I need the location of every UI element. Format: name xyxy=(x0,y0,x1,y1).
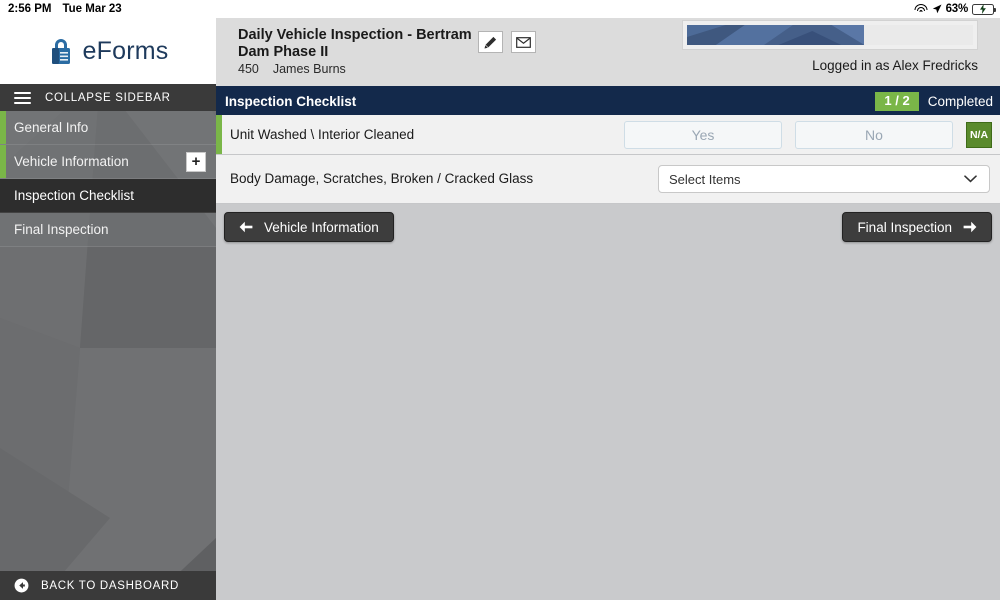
status-bar-right: 63% xyxy=(914,0,996,18)
section-title: Inspection Checklist xyxy=(225,94,357,109)
sidebar-item-label: Inspection Checklist xyxy=(14,188,135,203)
checklist-row-unit-washed: Unit Washed \ Interior Cleaned Yes No N/… xyxy=(216,115,1000,155)
completed-label: Completed xyxy=(927,94,993,109)
row-label: Body Damage, Scratches, Broken / Cracked… xyxy=(230,171,534,186)
wifi-icon xyxy=(914,3,928,15)
sidebar-nav: General Info Vehicle Information + Inspe… xyxy=(0,111,216,247)
page-subtitle: 450 James Burns xyxy=(238,62,360,76)
battery-percent: 63% xyxy=(945,3,969,15)
progress-track xyxy=(687,25,973,45)
sidebar-item-general-info[interactable]: General Info xyxy=(0,111,216,145)
form-navigation: Vehicle Information Final Inspection xyxy=(216,204,1000,248)
pencil-icon xyxy=(484,36,497,48)
form-number: 450 xyxy=(238,62,259,76)
collapse-sidebar-label: COLLAPSE SIDEBAR xyxy=(45,91,171,104)
na-badge[interactable]: N/A xyxy=(966,121,992,148)
yes-button[interactable]: Yes xyxy=(624,120,782,149)
circle-back-arrow-icon xyxy=(14,578,29,593)
back-to-dashboard-label: BACK TO DASHBOARD xyxy=(41,579,180,592)
status-date: Tue Mar 23 xyxy=(62,3,122,15)
checklist-row-body-damage: Body Damage, Scratches, Broken / Cracked… xyxy=(216,155,1000,204)
status-bar-left: 2:56 PM Tue Mar 23 xyxy=(0,3,122,15)
completion-badge: 1 / 2 xyxy=(875,92,919,111)
progress-fill-pattern xyxy=(687,25,865,45)
sidebar-item-label: General Info xyxy=(14,120,89,135)
sidebar-item-label: Final Inspection xyxy=(14,222,109,237)
page-header: Daily Vehicle Inspection - Bertram Dam P… xyxy=(216,18,1000,88)
sidebar: eForms COLLAPSE SIDEBAR General Info Veh… xyxy=(0,18,216,600)
arrow-right-icon xyxy=(963,221,977,233)
next-section-button[interactable]: Final Inspection xyxy=(842,212,992,242)
form-owner-name: James Burns xyxy=(272,62,346,76)
location-arrow-icon xyxy=(932,4,942,14)
email-form-button[interactable] xyxy=(511,31,536,53)
page-title: Daily Vehicle Inspection - Bertram Dam P… xyxy=(238,27,472,60)
previous-section-button[interactable]: Vehicle Information xyxy=(224,212,394,242)
chevron-down-icon xyxy=(964,175,977,183)
battery-charging-icon xyxy=(972,3,996,15)
logged-in-user: Logged in as Alex Fredricks xyxy=(812,58,978,73)
edit-form-button[interactable] xyxy=(478,31,503,53)
envelope-icon xyxy=(516,36,531,48)
collapse-sidebar-button[interactable]: COLLAPSE SIDEBAR xyxy=(0,84,216,111)
section-header: Inspection Checklist 1 / 2 Completed xyxy=(216,88,1000,115)
sidebar-item-label: Vehicle Information xyxy=(14,154,129,169)
ios-status-bar: 2:56 PM Tue Mar 23 63% xyxy=(0,0,1000,18)
arrow-left-icon xyxy=(239,221,253,233)
app-logo: eForms xyxy=(0,18,216,84)
form-progress-bar xyxy=(682,20,978,50)
sidebar-item-vehicle-information[interactable]: Vehicle Information + xyxy=(0,145,216,179)
section-status: 1 / 2 Completed xyxy=(875,92,993,111)
app-logo-text: eForms xyxy=(82,36,169,65)
back-to-dashboard-button[interactable]: BACK TO DASHBOARD xyxy=(0,571,216,600)
select-items-dropdown[interactable]: Select Items xyxy=(658,165,990,193)
progress-fill xyxy=(687,25,865,45)
sidebar-item-inspection-checklist[interactable]: Inspection Checklist xyxy=(0,179,216,213)
previous-section-label: Vehicle Information xyxy=(264,219,379,235)
select-items-value: Select Items xyxy=(669,171,741,187)
status-time: 2:56 PM xyxy=(8,3,52,15)
hamburger-menu-icon[interactable] xyxy=(14,91,31,104)
padlock-icon xyxy=(51,39,70,64)
row-label: Unit Washed \ Interior Cleaned xyxy=(230,126,415,142)
yes-no-na-group: Yes No N/A xyxy=(624,120,992,149)
no-button[interactable]: No xyxy=(795,120,953,149)
next-section-label: Final Inspection xyxy=(857,219,952,235)
app-screen: 2:56 PM Tue Mar 23 63% eForms COLLAPSE S… xyxy=(0,0,1000,600)
main-content: Inspection Checklist 1 / 2 Completed Uni… xyxy=(216,88,1000,600)
expand-vehicle-information-button[interactable]: + xyxy=(186,151,206,172)
sidebar-item-final-inspection[interactable]: Final Inspection xyxy=(0,213,216,247)
